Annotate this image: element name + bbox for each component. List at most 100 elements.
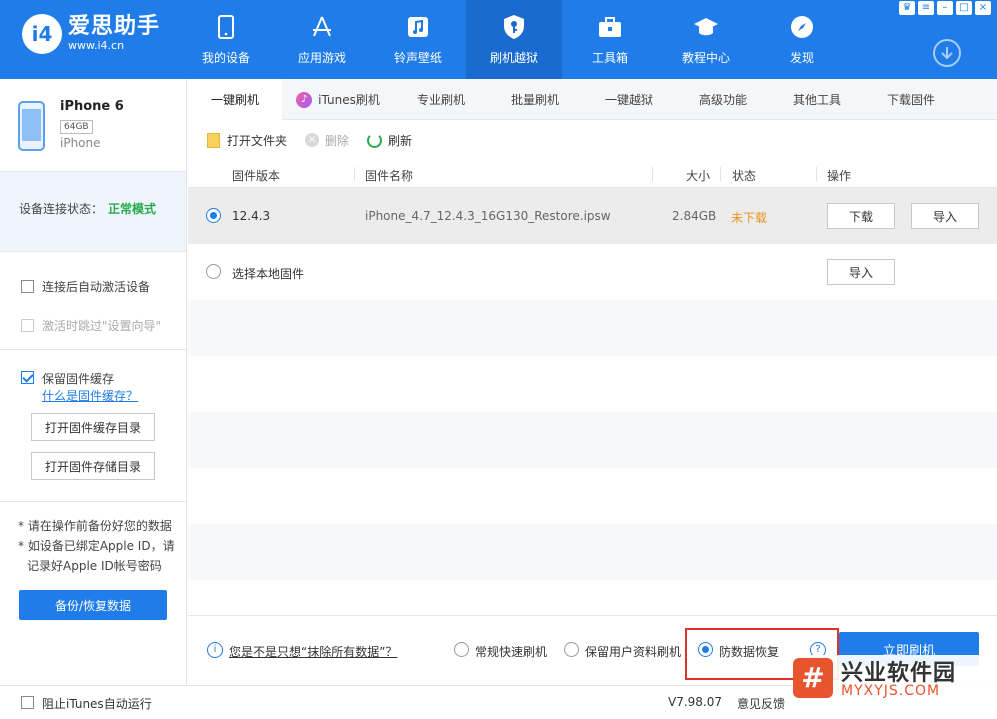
header-status: 状态 — [732, 169, 757, 183]
app-name: 爱思助手 — [68, 14, 161, 39]
menu-icon[interactable]: ≡ — [918, 1, 934, 15]
auto-activate-label: 连接后自动激活设备 — [42, 280, 151, 294]
block-itunes-label: 阻止iTunes自动运行 — [42, 697, 152, 711]
empty-row — [188, 524, 997, 580]
nav-label: 发现 — [789, 51, 814, 65]
tab-other-tools[interactable]: 其他工具 — [770, 79, 864, 120]
firmware-table-header: 固件版本 固件名称 大小 状态 操作 — [188, 160, 997, 188]
app-store-icon — [308, 13, 336, 41]
app-url: www.i4.cn — [68, 39, 125, 52]
app-version: V7.98.07 — [668, 695, 723, 709]
backup-note-2: * 如设备已绑定Apple ID，请 — [18, 539, 175, 553]
window-controls: ♛ ≡ – □ × — [899, 1, 991, 15]
local-firmware-label: 选择本地固件 — [232, 267, 305, 281]
close-icon[interactable]: × — [975, 1, 991, 15]
activation-options: 连接后自动激活设备 激活时跳过"设置向导" — [0, 252, 186, 350]
backup-note-1: * 请在操作前备份好您的数据 — [18, 519, 172, 533]
header-action: 操作 — [827, 169, 852, 183]
nav-label: 刷机越狱 — [489, 51, 538, 65]
firmware-toolbar: 打开文件夹 × 删除 刷新 — [188, 120, 997, 160]
device-phone-icon — [18, 101, 45, 151]
local-firmware-radio[interactable] — [206, 264, 221, 279]
nav-label: 铃声壁纸 — [393, 51, 442, 65]
firmware-version: 12.4.3 — [232, 209, 271, 223]
empty-row — [188, 300, 997, 356]
nav-discover[interactable]: 发现 — [754, 0, 850, 79]
tab-download-firmware[interactable]: 下载固件 — [864, 79, 958, 120]
backup-restore-button[interactable]: 备份/恢复数据 — [19, 590, 167, 620]
connection-label: 设备连接状态： — [19, 202, 104, 216]
tab-one-click-flash[interactable]: 一键刷机 — [188, 79, 282, 120]
download-button[interactable]: 下载 — [827, 203, 895, 229]
connection-status: 设备连接状态： 正常模式 — [0, 172, 186, 252]
device-type: iPhone — [60, 136, 101, 150]
sidebar: iPhone 6 64GB iPhone 设备连接状态： 正常模式 连接后自动激… — [0, 79, 187, 685]
info-icon: i — [207, 642, 223, 658]
connection-value: 正常模式 — [108, 202, 157, 216]
open-storage-dir-button[interactable]: 打开固件存储目录 — [31, 452, 155, 480]
skin-icon[interactable]: ♛ — [899, 1, 915, 15]
phone-icon — [212, 13, 240, 41]
firmware-size: 2.84GB — [672, 209, 717, 223]
maximize-icon[interactable]: □ — [956, 1, 972, 15]
local-firmware-row[interactable]: 选择本地固件 导入 — [188, 244, 997, 300]
firmware-radio[interactable] — [206, 208, 221, 223]
tab-pro-flash[interactable]: 专业刷机 — [394, 79, 488, 120]
firmware-cache-options: 保留固件缓存 什么是固件缓存？ 打开固件缓存目录 打开固件存储目录 — [0, 350, 186, 502]
mode-radio-keep-data[interactable] — [564, 642, 579, 657]
nav-tutorials[interactable]: 教程中心 — [658, 0, 754, 79]
tab-itunes-flash[interactable]: ♪ iTunes刷机 — [282, 79, 394, 120]
mode-label-quick: 常规快速刷机 — [475, 645, 548, 659]
tab-one-click-jailbreak[interactable]: 一键越狱 — [582, 79, 676, 120]
nav-flash-jailbreak[interactable]: 刷机越狱 — [466, 0, 562, 79]
nav-apps-games[interactable]: 应用游戏 — [274, 0, 370, 79]
graduation-cap-icon — [692, 13, 720, 41]
table-row[interactable]: 12.4.3 iPhone_4.7_12.4.3_16G130_Restore.… — [188, 188, 997, 244]
music-icon — [404, 13, 432, 41]
open-folder-button[interactable]: 打开文件夹 — [207, 132, 287, 149]
top-header: i4 爱思助手 www.i4.cn 我的设备 应用游戏 铃声壁纸 刷机越狱 工具… — [0, 0, 997, 79]
header-version: 固件版本 — [232, 169, 281, 183]
main-nav: 我的设备 应用游戏 铃声壁纸 刷机越狱 工具箱 教程中心 发现 — [178, 0, 850, 79]
empty-row — [188, 468, 997, 524]
refresh-icon — [367, 132, 383, 148]
refresh-button[interactable]: 刷新 — [367, 132, 412, 149]
firmware-name: iPhone_4.7_12.4.3_16G130_Restore.ipsw — [365, 209, 611, 223]
nav-label: 教程中心 — [681, 51, 730, 65]
flash-tabs: 一键刷机 ♪ iTunes刷机 专业刷机 批量刷机 一键越狱 高级功能 其他工具… — [188, 79, 997, 120]
empty-row — [188, 412, 997, 468]
nav-my-device[interactable]: 我的设备 — [178, 0, 274, 79]
itunes-icon: ♪ — [296, 91, 313, 108]
folder-icon — [207, 132, 220, 148]
header-size: 大小 — [686, 169, 711, 183]
nav-toolbox[interactable]: 工具箱 — [562, 0, 658, 79]
mode-radio-quick[interactable] — [454, 642, 469, 657]
watermark-url: MYXYJS.COM — [841, 683, 941, 699]
header-name: 固件名称 — [365, 169, 414, 183]
firmware-status: 未下载 — [731, 211, 768, 225]
what-is-cache-link[interactable]: 什么是固件缓存？ — [42, 387, 138, 404]
tab-advanced[interactable]: 高级功能 — [676, 79, 770, 120]
nav-label: 工具箱 — [591, 51, 628, 65]
open-cache-dir-button[interactable]: 打开固件缓存目录 — [31, 413, 155, 441]
keep-cache-checkbox[interactable] — [21, 371, 34, 384]
import-button[interactable]: 导入 — [911, 203, 979, 229]
block-itunes-checkbox[interactable] — [21, 696, 34, 709]
erase-all-data-link[interactable]: 您是不是只想“抹除所有数据”？ — [229, 643, 397, 660]
auto-activate-checkbox[interactable] — [21, 280, 34, 293]
nav-ringtones[interactable]: 铃声壁纸 — [370, 0, 466, 79]
app-logo: i4 爱思助手 www.i4.cn — [22, 14, 160, 54]
delete-button[interactable]: × 删除 — [305, 132, 349, 149]
toolbox-icon — [596, 13, 624, 41]
local-import-button[interactable]: 导入 — [827, 259, 895, 285]
backup-note-3: 记录好Apple ID帐号密码 — [27, 559, 162, 573]
shield-key-icon — [500, 13, 528, 41]
skip-setup-checkbox[interactable] — [21, 319, 34, 332]
minimize-icon[interactable]: – — [937, 1, 953, 15]
tab-batch-flash[interactable]: 批量刷机 — [488, 79, 582, 120]
mode-label-keep-data: 保留用户资料刷机 — [585, 645, 682, 659]
delete-icon: × — [305, 133, 320, 147]
feedback-link[interactable]: 意见反馈 — [737, 695, 785, 712]
device-name: iPhone 6 — [60, 99, 124, 114]
download-icon[interactable] — [933, 39, 961, 67]
